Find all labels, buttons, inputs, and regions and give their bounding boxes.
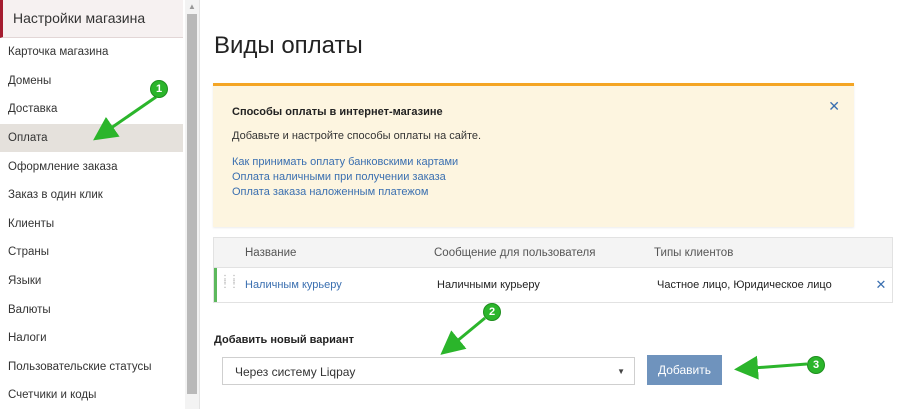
sidebar-item-taxes[interactable]: Налоги (0, 324, 183, 353)
column-header-message: Сообщение для пользователя (434, 246, 596, 259)
sidebar-item-custom-statuses[interactable]: Пользовательские статусы (0, 353, 183, 382)
select-value: Через систему Liqpay (235, 365, 356, 379)
info-notice: Способы оплаты в интернет-магазине Добав… (213, 83, 854, 227)
sidebar-item-payment[interactable]: Оплата (0, 123, 183, 153)
sidebar-item-languages[interactable]: Языки (0, 267, 183, 296)
sidebar-item-currencies[interactable]: Валюты (0, 295, 183, 324)
payment-method-link[interactable]: Наличным курьеру (245, 279, 342, 291)
column-header-client-types: Типы клиентов (654, 246, 734, 259)
sidebar-item-checkout[interactable]: Оформление заказа (0, 152, 183, 181)
sidebar-item-counters[interactable]: Счетчики и коды (0, 381, 183, 409)
sidebar-item-countries[interactable]: Страны (0, 238, 183, 267)
sidebar: Настройки магазина Карточка магазина Дом… (0, 0, 200, 409)
annotation-badge-2: 2 (483, 303, 501, 321)
notice-link-cod[interactable]: Оплата заказа наложенным платежом (232, 185, 458, 200)
annotation-badge-1: 1 (150, 80, 168, 98)
payment-methods-table: Название Сообщение для пользователя Типы… (213, 237, 893, 303)
add-button[interactable]: Добавить (647, 355, 722, 385)
column-header-name: Название (245, 246, 297, 259)
table-row: ⋮⋮ ⋮⋮ Наличным курьеру Наличными курьеру … (214, 268, 892, 302)
scrollbar-thumb[interactable] (187, 14, 197, 394)
notice-text: Добавьте и настройте способы оплаты на с… (232, 130, 482, 142)
sidebar-item-clients[interactable]: Клиенты (0, 210, 183, 239)
annotation-arrow-2 (440, 316, 486, 355)
scroll-up-icon[interactable]: ▲ (186, 2, 198, 12)
close-icon[interactable]: ✕ (828, 98, 840, 115)
page-title: Виды оплаты (214, 32, 363, 59)
payment-type-select[interactable]: Через систему Liqpay ▼ (222, 357, 635, 385)
notice-link-bank-cards[interactable]: Как принимать оплату банковскими картами (232, 155, 458, 170)
add-new-label: Добавить новый вариант (214, 334, 355, 346)
notice-link-cash-on-receipt[interactable]: Оплата наличными при получении заказа (232, 170, 458, 185)
sidebar-item-delivery[interactable]: Доставка (0, 95, 183, 124)
drag-handle-icon[interactable]: ⋮⋮ ⋮⋮ (220, 275, 239, 290)
row-client-types: Частное лицо, Юридическое лицо (657, 279, 832, 291)
sidebar-item-store-card[interactable]: Карточка магазина (0, 38, 183, 67)
annotation-arrow-3 (734, 355, 808, 380)
notice-title: Способы оплаты в интернет-магазине (232, 106, 443, 118)
chevron-down-icon: ▼ (617, 367, 625, 376)
notice-links: Как принимать оплату банковскими картами… (232, 155, 458, 200)
row-message: Наличными курьеру (437, 279, 540, 291)
sidebar-item-one-click[interactable]: Заказ в один клик (0, 181, 183, 210)
table-header: Название Сообщение для пользователя Типы… (214, 238, 892, 268)
annotation-badge-3: 3 (807, 356, 825, 374)
delete-icon[interactable]: ✕ (876, 277, 887, 292)
sidebar-header[interactable]: Настройки магазина (0, 0, 183, 38)
